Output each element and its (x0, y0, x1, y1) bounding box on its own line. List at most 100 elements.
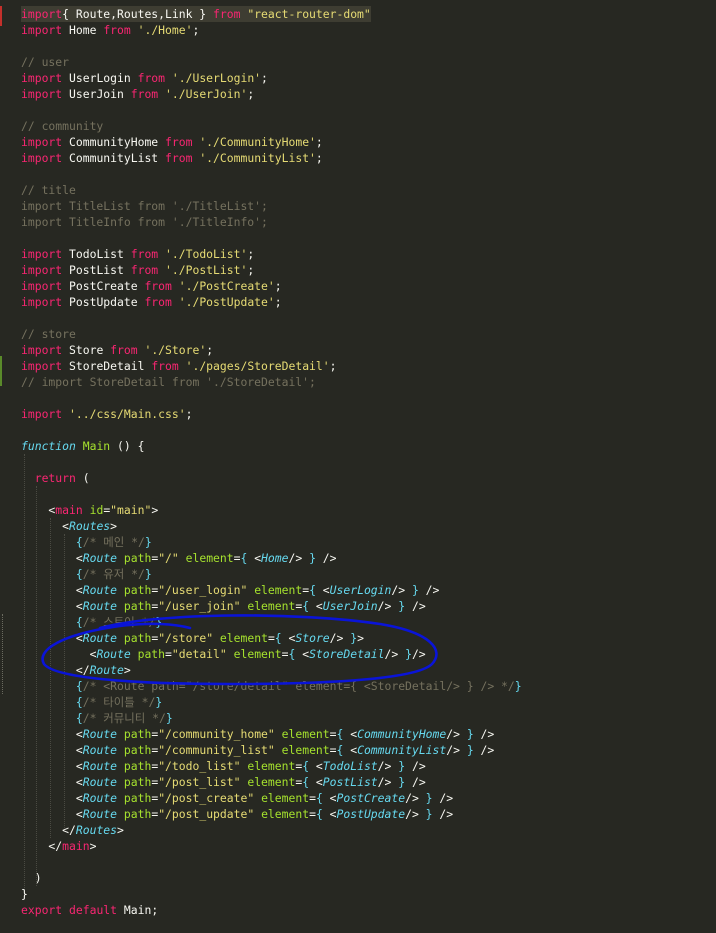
code-token: from (165, 151, 193, 165)
code-token: export (21, 903, 63, 917)
code-token: "/" (158, 551, 179, 565)
code-token: import TitleList from './TitleList'; (21, 199, 268, 213)
code-token: /> (288, 551, 310, 565)
code-token: StoreDetail (309, 647, 385, 661)
code-token: element (261, 791, 310, 805)
code-token: default (69, 903, 118, 917)
code-token: UserLogin (62, 71, 138, 85)
code-line: <Route path="/" element={ <Home/> } /> (21, 550, 337, 566)
code-token: < (322, 807, 337, 821)
code-token: PostList (322, 775, 378, 789)
code-token: < (21, 503, 56, 517)
code-token: import (21, 151, 63, 165)
code-token: < (309, 759, 323, 773)
code-token: } (411, 583, 419, 597)
code-token: from (144, 295, 172, 309)
code-token: path (123, 759, 152, 773)
code-token: "/todo_list" (158, 759, 241, 773)
code-token: { (75, 695, 83, 709)
code-line: import Store from './Store'; (21, 342, 213, 358)
code-line: // store (21, 326, 76, 342)
code-token: = (329, 727, 337, 741)
code-token: "/post_create" (158, 791, 255, 805)
code-token: element (247, 775, 296, 789)
code-token: } (21, 887, 28, 901)
code-token: "/post_update" (158, 807, 255, 821)
code-line: import CommunityHome from './CommunityHo… (21, 134, 323, 150)
code-line: function Main () { (21, 438, 144, 454)
code-token: /> (315, 551, 337, 565)
code-token: path (123, 631, 152, 645)
code-line: import '../css/Main.css'; (21, 406, 192, 422)
code-token: Route (82, 759, 118, 773)
code-line: <main id="main"> (21, 502, 158, 518)
code-token: CommunityList (357, 743, 447, 757)
code-token: UserJoin (322, 599, 378, 613)
code-line: import TitleList from './TitleList'; (21, 198, 268, 214)
code-token: from (165, 135, 193, 149)
code-token: } (466, 743, 474, 757)
code-token: > (357, 631, 364, 645)
code-token: = (281, 647, 289, 661)
code-token: } (144, 567, 152, 581)
code-token: ; (315, 135, 323, 149)
code-token: path (137, 647, 166, 661)
code-token: element (185, 551, 234, 565)
code-token: < (21, 583, 83, 597)
code-line: <Route path="/todo_list" element={ <Todo… (21, 758, 426, 774)
code-token: Routes (69, 519, 111, 533)
code-token: "react-router-dom" (247, 7, 371, 21)
code-token: path (123, 551, 152, 565)
code-token: < (343, 743, 358, 757)
code-token: < (21, 551, 83, 565)
code-token: CommunityList (62, 151, 166, 165)
code-token: = (329, 743, 337, 757)
code-line: export default Main; (21, 902, 158, 918)
code-token: } (425, 807, 433, 821)
code-line: import{ Route,Routes,Link } from "react-… (21, 6, 371, 22)
code-token: element (247, 759, 296, 773)
code-token: element (219, 631, 268, 645)
code-token: > (123, 663, 131, 677)
code-token: /* <Route path="/store/detail" element={… (82, 679, 515, 693)
code-line: {/* <Route path="/store/detail" element=… (21, 678, 522, 694)
code-token: "/community_list" (158, 743, 275, 757)
code-token: < (21, 759, 83, 773)
code-token: /> (473, 727, 495, 741)
code-token: './Store' (144, 343, 207, 357)
code-token: "main" (110, 503, 152, 517)
code-token: StoreDetail (62, 359, 152, 373)
code-token: './pages/StoreDetail' (185, 359, 330, 373)
code-token: function (21, 439, 76, 453)
code-token: import (21, 23, 63, 37)
code-editor[interactable]: import{ Route,Routes,Link } from "react-… (0, 0, 716, 933)
code-token: = (267, 631, 275, 645)
code-line: import CommunityList from './CommunityLi… (21, 150, 323, 166)
code-token: < (295, 647, 310, 661)
code-token: from (144, 279, 172, 293)
code-token: } (165, 711, 173, 725)
code-token: </ (21, 823, 76, 837)
code-token: PostUpdate (62, 295, 145, 309)
code-line: <Routes> (21, 518, 117, 534)
code-token: TodoList (62, 247, 131, 261)
code-line: // user (21, 54, 69, 70)
code-token: ; (192, 23, 200, 37)
code-line: import TitleInfo from './TitleInfo'; (21, 214, 268, 230)
code-token: </ (21, 839, 63, 853)
code-token: Store (295, 631, 330, 645)
code-token: import (21, 295, 63, 309)
code-token: path (123, 583, 152, 597)
